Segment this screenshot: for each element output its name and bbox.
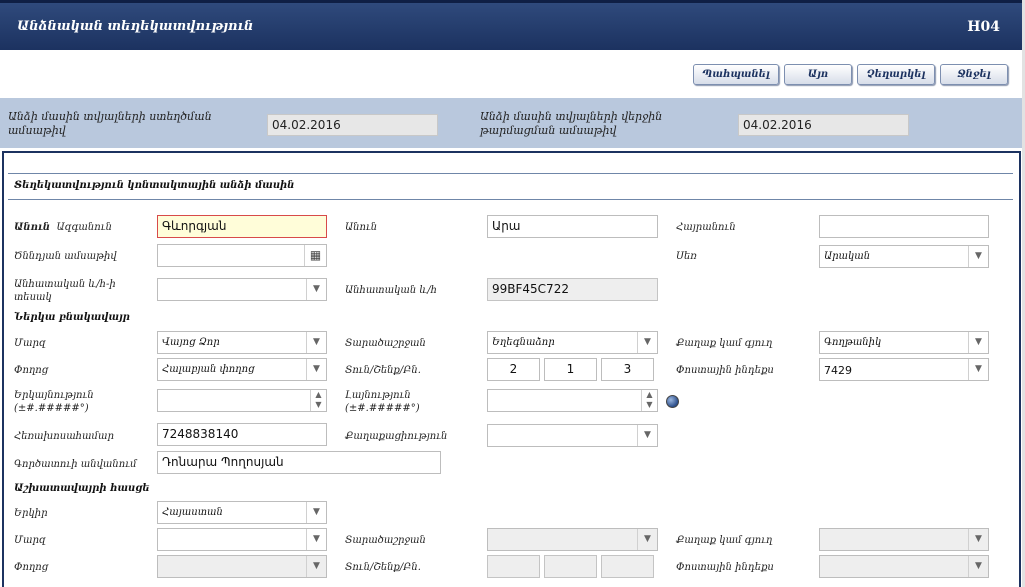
chevron-down-icon: ▼ [968,556,988,577]
chevron-down-icon[interactable]: ▼ [637,332,657,353]
postal-label: Փոստային ինդեքս [676,365,774,376]
name-group-label: Անուն Ազգանուն [14,221,112,234]
work-postal-label: Փոստային ինդեքս [676,562,774,573]
street-label: Փողոց [14,365,49,376]
region-label: Մարզ [14,338,46,349]
community-select[interactable]: Եղեգնաձոր ▼ [487,331,658,354]
chevron-down-icon: ▼ [306,556,326,577]
chevron-down-icon: ▼ [968,529,988,550]
idnum-input: 99BF45C722 [487,278,658,301]
citizenship-label: Քաղաքացիություն [345,431,448,442]
work-postal-select: ▼ [819,555,989,578]
chevron-down-icon[interactable]: ▼ [968,246,988,267]
apartment-input[interactable]: 3 [601,358,654,381]
residence-section-title: Ներկա բնակավայր [14,312,130,323]
gender-select[interactable]: Արական ▼ [819,245,989,268]
house-input[interactable]: 2 [487,358,540,381]
phone-input[interactable]: 7248838140 [157,423,327,446]
chevron-down-icon[interactable]: ▼ [968,332,988,353]
globe-icon[interactable] [666,395,679,408]
spinner-arrows-icon[interactable]: ▲ ▼ [641,390,657,411]
phone-label: Հեռախոսահամար [14,431,114,442]
building-input[interactable]: 1 [544,358,597,381]
postal-value: 7429 [824,364,852,377]
work-house-label: Տուն/Շենք/Բն. [345,562,421,573]
record-info-bar: Անձի մասին տվյալների ստեղծման ամսաթիվ 04… [0,98,1022,148]
chevron-down-icon[interactable]: ▼ [637,425,657,446]
latitude-label: Լայնություն (±#.#####°) [345,390,420,414]
country-value: Հայաստան [162,507,223,518]
chevron-down-icon[interactable]: ▼ [306,279,326,300]
work-street-select: ▼ [157,555,327,578]
chevron-down-icon[interactable]: ▼ [306,359,326,380]
birthdate-input[interactable]: ▦ [157,244,327,267]
work-city-select: ▼ [819,528,989,551]
city-value: Գողթանիկ [824,337,882,348]
work-city-label: Քաղաք կամ գյուղ [676,535,773,546]
work-house-input [487,555,540,578]
created-date-label: Անձի մասին տվյալների ստեղծման ամսաթիվ [8,110,212,137]
section-rule [8,199,1013,200]
cancel-button[interactable]: Չեղարկել [857,64,935,85]
idtype-label: Անհատական և/հ-ի տեսակ [14,279,116,303]
work-apartment-input [601,555,654,578]
workplace-section-title: Աշխատավայրի հասցե [14,483,150,494]
patronymic-input[interactable] [819,215,989,238]
gender-value: Արական [824,251,871,262]
calendar-icon[interactable]: ▦ [304,245,326,266]
surname-label: Ազգանուն [56,222,112,233]
gender-label: Սեռ [676,251,697,262]
city-label: Քաղաք կամ գյուղ [676,338,773,349]
chevron-down-icon[interactable]: ▼ [306,502,326,523]
work-street-label: Փողոց [14,562,49,573]
work-community-select: ▼ [487,528,658,551]
idnum-label: Անհատական և/հ [345,285,438,296]
updated-date-value: 04.02.2016 [738,114,909,136]
delete-button[interactable]: Ջնջել [940,64,1008,85]
surname-input[interactable]: Գևորգյան [157,215,327,238]
contact-section-title: Տեղեկատվություն կոնտակտային անձի մասին [14,180,295,191]
name-prefix-label: Անուն [14,222,51,233]
title-bar: Անձնական տեղեկատվություն H04 [0,0,1022,50]
page-title: Անձնական տեղեկատվություն [17,19,254,34]
chevron-down-icon[interactable]: ▼ [968,359,988,380]
community-label: Տարածաշրջան [345,338,426,349]
community-value: Եղեգնաձոր [492,337,555,348]
region-value: Վայոց Ձոր [162,337,220,348]
chevron-down-icon[interactable]: ▼ [306,332,326,353]
idtype-select[interactable]: ▼ [157,278,327,301]
employer-label: Գործատուի անվանում [14,459,137,470]
toolbar: Պահպանել Այո Չեղարկել Ջնջել [0,50,1022,98]
city-select[interactable]: Գողթանիկ ▼ [819,331,989,354]
spinner-arrows-icon[interactable]: ▲ ▼ [310,390,326,411]
section-rule [8,173,1013,174]
street-value: Հալաբյան փողոց [162,364,255,375]
work-community-label: Տարածաշրջան [345,535,426,546]
longitude-input[interactable]: ▲ ▼ [157,389,327,412]
region-select[interactable]: Վայոց Ձոր ▼ [157,331,327,354]
firstname-input[interactable]: Արա [487,215,658,238]
work-building-input [544,555,597,578]
longitude-label: Երկայնություն (±#.#####°) [14,390,94,414]
updated-date-label: Անձի մասին տվյալների վերջին թարմացման ամ… [480,110,663,137]
yes-button[interactable]: Այո [784,64,852,85]
employer-input[interactable]: Դոնարա Պողոսյան [157,451,441,474]
patronymic-label: Հայրանուն [676,222,736,233]
street-select[interactable]: Հալաբյան փողոց ▼ [157,358,327,381]
country-select[interactable]: Հայաստան ▼ [157,501,327,524]
save-button[interactable]: Պահպանել [693,64,779,85]
chevron-down-icon: ▼ [637,529,657,550]
work-region-select[interactable]: ▼ [157,528,327,551]
work-region-label: Մարզ [14,535,46,546]
country-label: Երկիր [14,508,48,519]
house-label: Տուն/Շենք/Բն. [345,365,421,376]
birthdate-label: Ծննդյան ամսաթիվ [14,251,117,262]
postal-select[interactable]: 7429 ▼ [819,358,989,381]
citizenship-select[interactable]: ▼ [487,424,658,447]
created-date-value: 04.02.2016 [267,114,438,136]
firstname-label: Անուն [345,222,378,233]
latitude-input[interactable]: ▲ ▼ [487,389,658,412]
form-code: H04 [967,19,1000,35]
chevron-down-icon[interactable]: ▼ [306,529,326,550]
